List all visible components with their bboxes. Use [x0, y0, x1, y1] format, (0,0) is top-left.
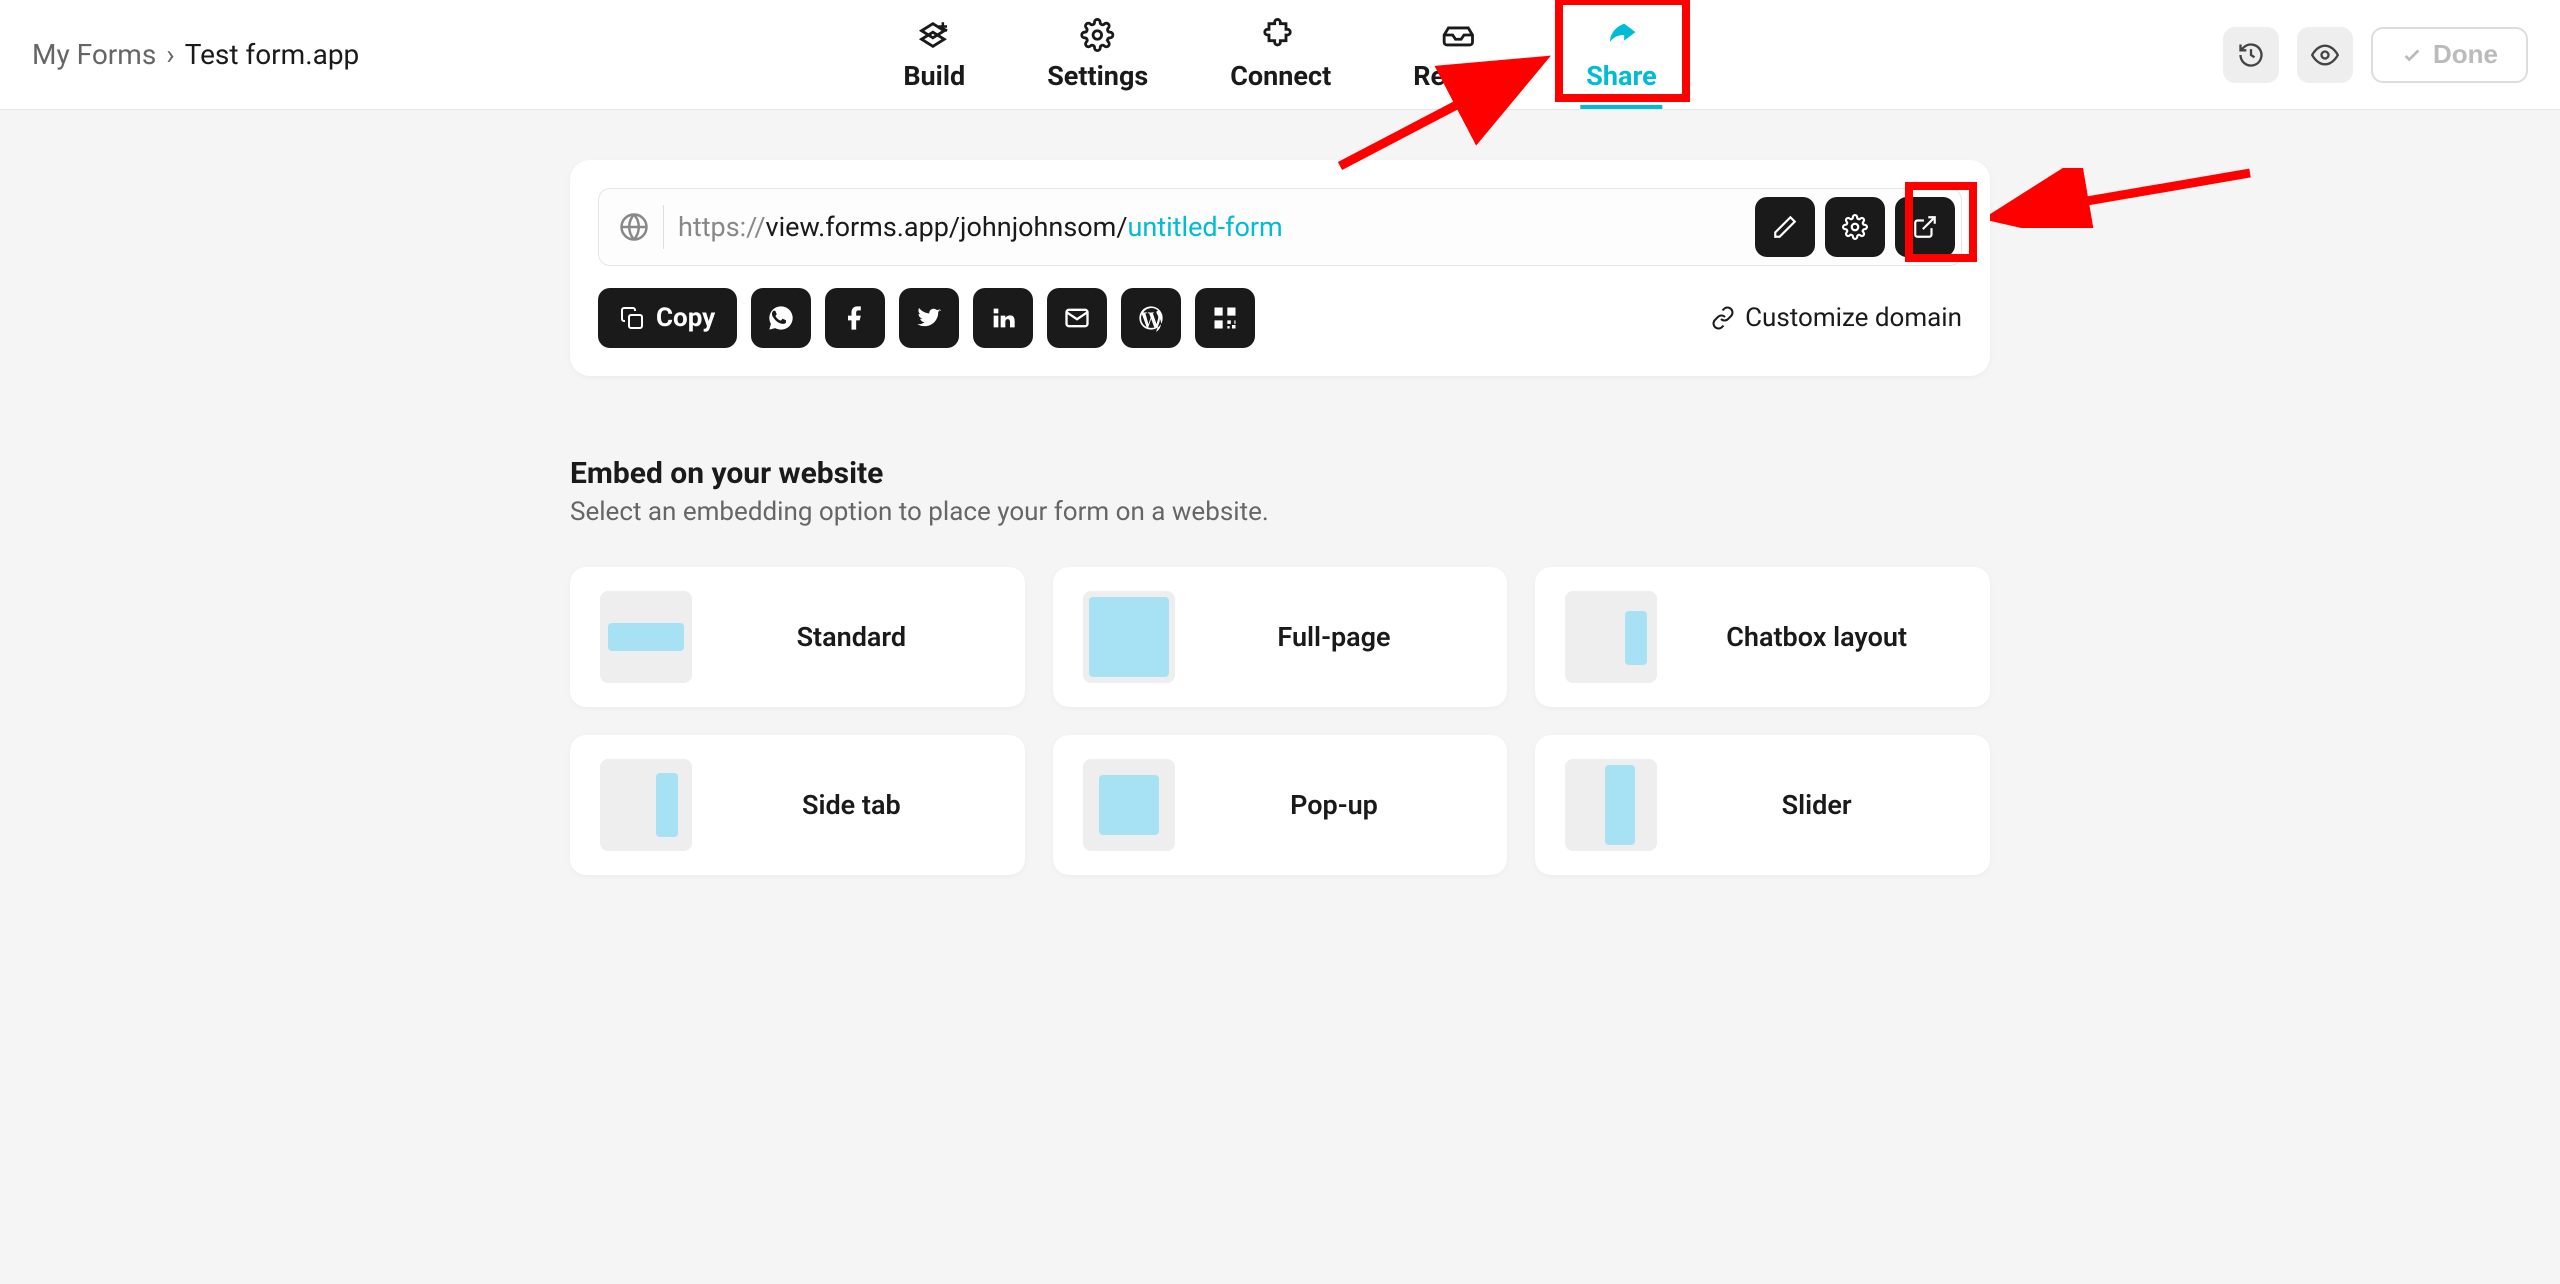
history-button[interactable] — [2223, 27, 2279, 83]
preview-popup-icon — [1083, 759, 1175, 851]
embed-option-popup[interactable]: Pop-up — [1053, 735, 1508, 875]
preview-fullpage-icon — [1083, 591, 1175, 683]
share-wordpress-button[interactable] — [1121, 288, 1181, 348]
whatsapp-icon — [767, 304, 795, 332]
breadcrumb-root[interactable]: My Forms — [32, 38, 156, 71]
inbox-icon — [1442, 18, 1476, 52]
done-button[interactable]: Done — [2371, 27, 2528, 83]
preview-button[interactable] — [2297, 27, 2353, 83]
globe-icon — [619, 212, 649, 242]
embed-section: Embed on your website Select an embeddin… — [570, 456, 1990, 875]
share-card: https://view.forms.app/johnjohnsom/untit… — [570, 160, 1990, 376]
url-display[interactable]: https://view.forms.app/johnjohnsom/untit… — [678, 211, 1741, 243]
share-twitter-button[interactable] — [899, 288, 959, 348]
tab-settings[interactable]: Settings — [1041, 0, 1154, 109]
history-icon — [2237, 41, 2265, 69]
share-whatsapp-button[interactable] — [751, 288, 811, 348]
embed-subtitle: Select an embedding option to place your… — [570, 497, 1990, 527]
embed-option-chatbox[interactable]: Chatbox layout — [1535, 567, 1990, 707]
link-icon — [1711, 306, 1735, 330]
url-bar: https://view.forms.app/johnjohnsom/untit… — [598, 188, 1962, 266]
preview-chatbox-icon — [1565, 591, 1657, 683]
open-external-button[interactable] — [1895, 197, 1955, 257]
gear-icon — [1081, 18, 1115, 52]
breadcrumb: My Forms › Test form.app — [32, 38, 359, 71]
puzzle-icon — [1264, 18, 1298, 52]
tab-connect[interactable]: Connect — [1224, 0, 1337, 109]
share-qr-button[interactable] — [1195, 288, 1255, 348]
linkedin-icon — [989, 304, 1017, 332]
preview-slider-icon — [1565, 759, 1657, 851]
copy-button[interactable]: Copy — [598, 288, 737, 348]
breadcrumb-separator: › — [166, 38, 174, 71]
customize-domain-link[interactable]: Customize domain — [1711, 303, 1962, 333]
app-header: My Forms › Test form.app Build Settings … — [0, 0, 2560, 110]
top-tabs: Build Settings Connect Results — [897, 0, 1662, 109]
preview-standard-icon — [600, 591, 692, 683]
share-email-button[interactable] — [1047, 288, 1107, 348]
edit-url-button[interactable] — [1755, 197, 1815, 257]
share-buttons-row: Copy — [598, 288, 1255, 348]
embed-option-standard[interactable]: Standard — [570, 567, 1025, 707]
qr-icon — [1211, 304, 1239, 332]
preview-sidetab-icon — [600, 759, 692, 851]
gear-icon — [1842, 214, 1868, 240]
eye-icon — [2311, 41, 2339, 69]
embed-title: Embed on your website — [570, 456, 1990, 491]
share-linkedin-button[interactable] — [973, 288, 1033, 348]
breadcrumb-current: Test form.app — [185, 38, 360, 71]
wordpress-icon — [1137, 304, 1165, 332]
twitter-icon — [915, 304, 943, 332]
embed-option-fullpage[interactable]: Full-page — [1053, 567, 1508, 707]
open-external-icon — [1912, 214, 1938, 240]
build-icon — [917, 18, 951, 52]
facebook-icon — [841, 304, 869, 332]
email-icon — [1063, 304, 1091, 332]
pencil-icon — [1772, 214, 1798, 240]
url-settings-button[interactable] — [1825, 197, 1885, 257]
share-icon — [1604, 18, 1638, 52]
embed-option-sidetab[interactable]: Side tab — [570, 735, 1025, 875]
tab-results[interactable]: Results — [1407, 0, 1510, 109]
check-icon — [2401, 44, 2423, 66]
annotation-arrow-open — [1990, 168, 2260, 228]
header-actions: Done — [2223, 27, 2528, 83]
tab-share[interactable]: Share — [1580, 0, 1662, 109]
share-facebook-button[interactable] — [825, 288, 885, 348]
copy-icon — [620, 306, 644, 330]
tab-build[interactable]: Build — [897, 0, 971, 109]
embed-option-slider[interactable]: Slider — [1535, 735, 1990, 875]
